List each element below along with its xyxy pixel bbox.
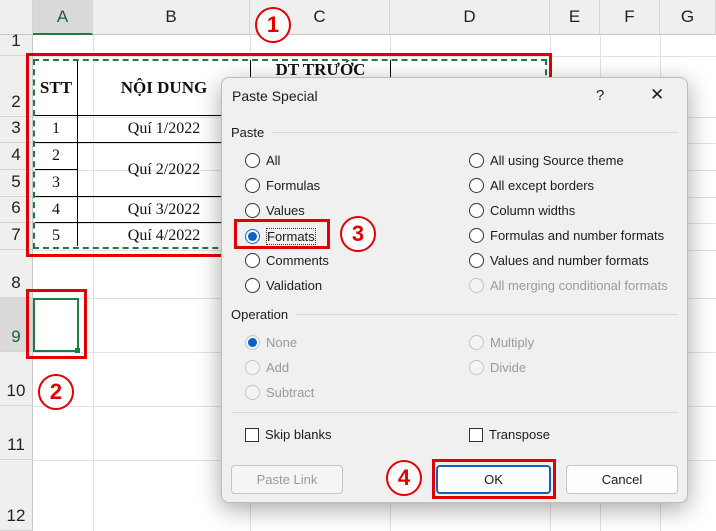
radio-formulas[interactable]: Formulas: [245, 178, 320, 193]
help-button[interactable]: ?: [596, 87, 604, 104]
radio-all[interactable]: All: [245, 153, 280, 168]
paste-special-dialog: Paste Special ? ✕ Paste All Formulas Val…: [221, 77, 688, 503]
radio-comments[interactable]: Comments: [245, 253, 329, 268]
column-header-g[interactable]: G: [660, 0, 716, 35]
radio-all-using-source-theme[interactable]: All using Source theme: [469, 153, 624, 168]
radio-label: Subtract: [266, 385, 315, 400]
paste-link-button[interactable]: Paste Link: [231, 465, 343, 494]
skip-blanks-checkbox[interactable]: Skip blanks: [245, 427, 331, 442]
radio-divide: Divide: [469, 360, 526, 375]
column-header-e[interactable]: E: [550, 0, 600, 35]
radio-formulas-and-number-formats[interactable]: Formulas and number formats: [469, 228, 664, 243]
operation-group-label: Operation: [231, 307, 289, 322]
radio-label: Values and number formats: [490, 253, 649, 268]
radio-all-except-borders[interactable]: All except borders: [469, 178, 594, 193]
radio-label: Add: [266, 360, 290, 375]
radio-all-merging-conditional-formats: All merging conditional formats: [469, 278, 668, 293]
radio-validation[interactable]: Validation: [245, 278, 322, 293]
column-header-f[interactable]: F: [600, 0, 660, 35]
radio-column-widths[interactable]: Column widths: [469, 203, 575, 218]
row-header-10[interactable]: 10: [0, 352, 33, 406]
radio-label: Formulas and number formats: [490, 228, 665, 243]
annotation-1: 1: [255, 7, 291, 43]
annotation-box-3: [234, 219, 330, 249]
row-header-12[interactable]: 12: [0, 460, 33, 531]
column-header-a[interactable]: A: [33, 0, 93, 35]
annotation-box-4: [432, 459, 556, 499]
close-button[interactable]: ✕: [650, 85, 664, 105]
radio-label: Multiply: [490, 335, 535, 350]
radio-subtract: Subtract: [245, 385, 314, 400]
radio-values[interactable]: Values: [245, 203, 305, 218]
radio-label: Column widths: [490, 203, 576, 218]
radio-label: Validation: [266, 278, 323, 293]
dialog-title: Paste Special: [232, 88, 318, 104]
row-header-11[interactable]: 11: [0, 406, 33, 460]
radio-label: Comments: [266, 253, 329, 268]
radio-none: None: [245, 335, 297, 350]
radio-label: None: [266, 335, 298, 350]
paste-group-label: Paste: [231, 125, 265, 140]
radio-add: Add: [245, 360, 289, 375]
column-header-d[interactable]: D: [390, 0, 550, 35]
radio-label: All using Source theme: [490, 153, 624, 168]
annotation-3: 3: [340, 216, 376, 252]
transpose-checkbox[interactable]: Transpose: [469, 427, 550, 442]
radio-label: Divide: [490, 360, 527, 375]
cancel-button[interactable]: Cancel: [566, 465, 678, 494]
annotation-2: 2: [38, 374, 74, 410]
radio-label: All except borders: [490, 178, 595, 193]
column-header-b[interactable]: B: [93, 0, 250, 35]
annotation-box-2: [26, 289, 87, 359]
checkbox-label: Transpose: [489, 427, 550, 442]
select-all-corner[interactable]: [0, 0, 33, 35]
radio-label: Values: [266, 203, 305, 218]
radio-multiply: Multiply: [469, 335, 534, 350]
annotation-4: 4: [386, 460, 422, 496]
radio-label: Formulas: [266, 178, 321, 193]
radio-label: All merging conditional formats: [490, 278, 668, 293]
radio-values-and-number-formats[interactable]: Values and number formats: [469, 253, 649, 268]
checkbox-label: Skip blanks: [265, 427, 332, 442]
radio-label: All: [266, 153, 281, 168]
